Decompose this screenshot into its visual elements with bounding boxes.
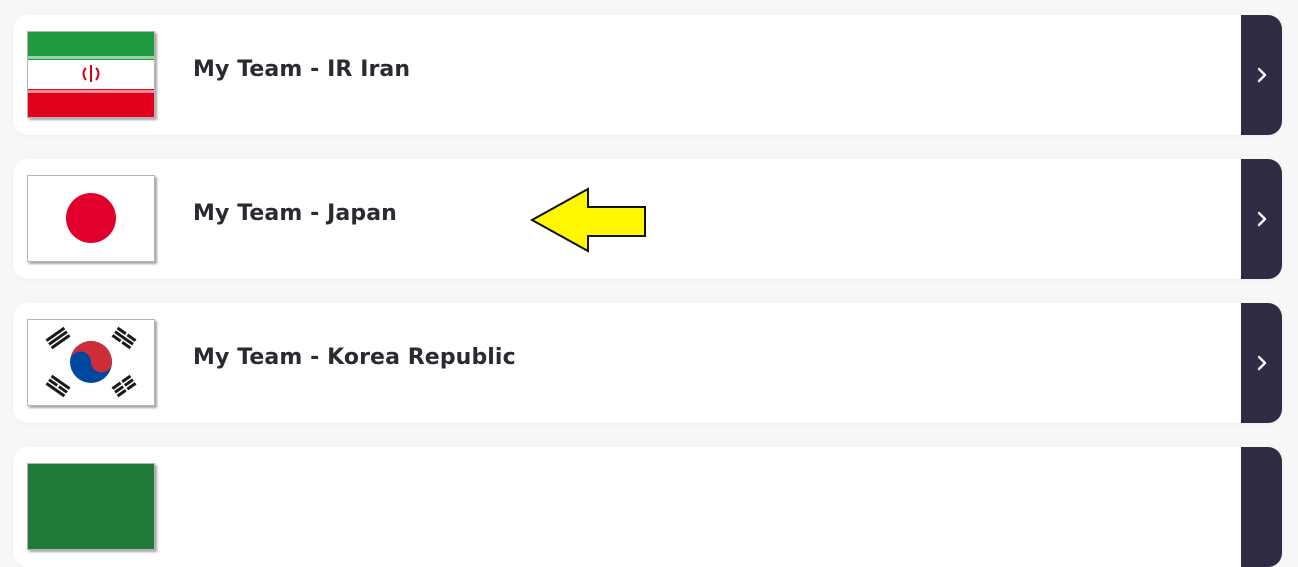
chevron-right-icon bbox=[1257, 355, 1266, 371]
chevron-right-icon bbox=[1257, 211, 1266, 227]
yellow-arrow-left-icon bbox=[529, 187, 646, 253]
open-team-button[interactable] bbox=[1241, 447, 1282, 567]
open-team-button[interactable] bbox=[1241, 303, 1282, 423]
team-row-korea-republic[interactable]: My Team - Korea Republic bbox=[13, 303, 1282, 423]
japan-flag-icon bbox=[27, 175, 155, 262]
team-name: My Team - Japan bbox=[193, 201, 397, 226]
open-team-button[interactable] bbox=[1241, 15, 1282, 135]
open-team-button[interactable] bbox=[1241, 159, 1282, 279]
iran-flag-icon bbox=[27, 31, 155, 118]
korea-flag-icon bbox=[27, 319, 155, 406]
team-name: My Team - Korea Republic bbox=[193, 345, 516, 370]
team-row-partial[interactable] bbox=[13, 447, 1282, 567]
green-flag-icon bbox=[27, 463, 155, 550]
team-row-iran[interactable]: My Team - IR Iran bbox=[13, 15, 1282, 135]
team-name: My Team - IR Iran bbox=[193, 57, 411, 82]
chevron-right-icon bbox=[1257, 67, 1266, 83]
